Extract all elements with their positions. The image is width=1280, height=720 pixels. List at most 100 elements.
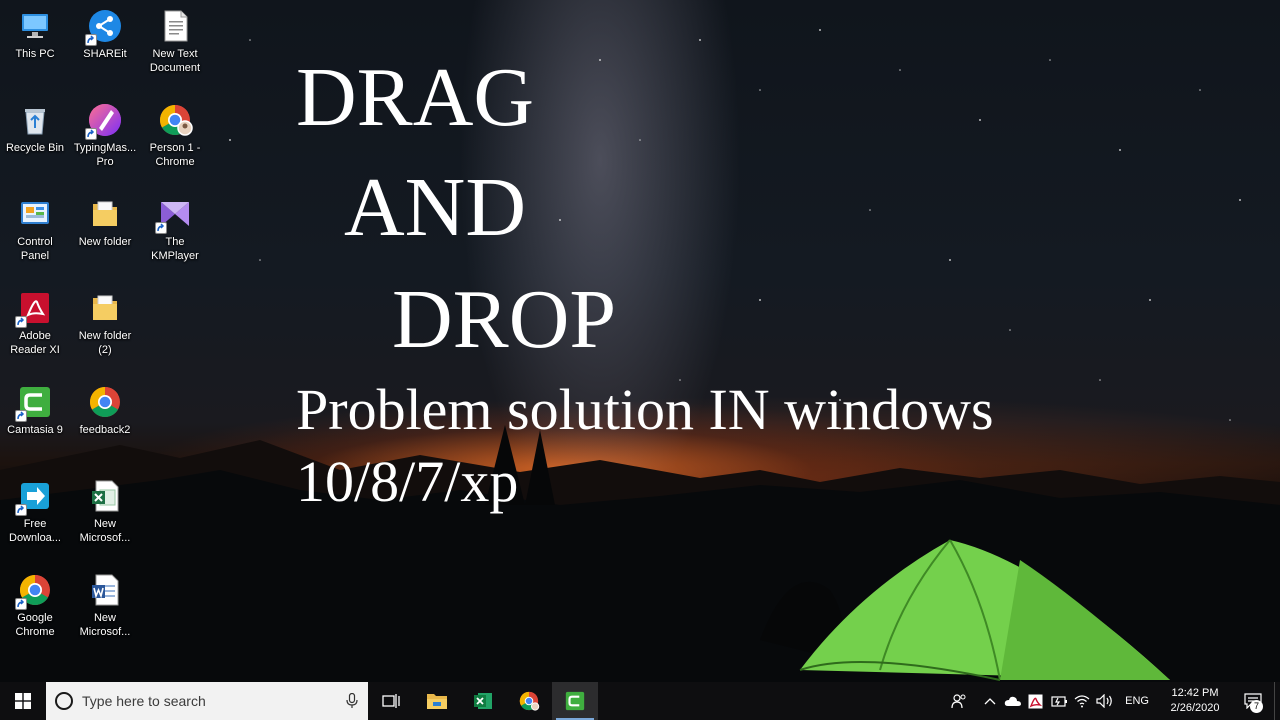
- desktop-icon-label: New Microsof...: [79, 612, 131, 638]
- adobe-acrobat-icon: [1028, 694, 1043, 708]
- shareit-icon: [85, 8, 123, 46]
- typingmaster-icon: [85, 102, 123, 140]
- system-tray: ENG 12:42 PM 2/26/2020 7: [947, 682, 1280, 720]
- desktop-icon-label: New folder (2): [78, 330, 132, 356]
- desktop-icon-new-excel[interactable]: New Microsof...: [71, 474, 139, 564]
- wifi-button[interactable]: [1070, 682, 1093, 720]
- desktop-icon-google-chrome[interactable]: Google Chrome: [1, 568, 69, 658]
- battery-button[interactable]: [1047, 682, 1070, 720]
- shortcut-arrow-icon: [85, 34, 97, 46]
- taskbar: Type here to search ENG 12:42 PM 2/26/20…: [0, 682, 1280, 720]
- desktop-icon-label: feedback2: [79, 424, 131, 436]
- folder-icon: [87, 196, 123, 232]
- free-download-manager-icon: [15, 478, 53, 516]
- desktop-icon-label: New Microsof...: [79, 518, 131, 544]
- taskbar-file-explorer[interactable]: [414, 682, 460, 720]
- desktop-icon-feedback2[interactable]: feedback2: [71, 380, 139, 470]
- start-button[interactable]: [0, 682, 46, 720]
- desktop-icon-label: Adobe Reader XI: [10, 330, 60, 356]
- adobe-tray-button[interactable]: [1024, 682, 1047, 720]
- desktop-icon-label: New folder: [78, 236, 132, 248]
- clock-time: 12:42 PM: [1171, 687, 1219, 699]
- desktop-icon-adobe-reader[interactable]: Adobe Reader XI: [1, 286, 69, 376]
- taskbar-excel[interactable]: [460, 682, 506, 720]
- people-icon: [951, 694, 966, 709]
- notification-count-badge: 7: [1250, 700, 1263, 713]
- word-document-icon: [87, 572, 123, 608]
- overlay-versions: 10/8/7/xp: [296, 449, 519, 514]
- task-view-button[interactable]: [368, 682, 414, 720]
- desktop-icon-label: Camtasia 9: [7, 424, 63, 436]
- clock[interactable]: 12:42 PM 2/26/2020: [1158, 686, 1232, 716]
- battery-charging-icon: [1051, 696, 1067, 707]
- overlay-title-and: AND: [344, 161, 526, 254]
- chrome-icon: [87, 384, 123, 420]
- shortcut-arrow-icon: [155, 222, 167, 234]
- clock-date: 2/26/2020: [1170, 702, 1220, 714]
- task-view-icon: [382, 694, 400, 708]
- shortcut-arrow-icon: [85, 128, 97, 140]
- desktop-icon-label: Free Downloa...: [9, 518, 61, 544]
- excel-icon: [474, 693, 492, 709]
- desktop-icon-shareit[interactable]: SHAREit: [71, 4, 139, 94]
- taskbar-chrome[interactable]: [506, 682, 552, 720]
- desktop-icon-recycle-bin[interactable]: Recycle Bin: [1, 98, 69, 188]
- chevron-up-icon: [984, 698, 996, 705]
- desktop-icon-control-panel[interactable]: Control Panel: [1, 192, 69, 282]
- adobe-reader-icon: [15, 290, 53, 328]
- speaker-icon: [1096, 694, 1112, 708]
- desktop-icon-label: Recycle Bin: [5, 142, 65, 154]
- chrome-icon: [519, 691, 540, 711]
- file-explorer-icon: [427, 694, 447, 709]
- shortcut-arrow-icon: [15, 504, 27, 516]
- computer-icon: [17, 8, 53, 44]
- desktop-icon-label: This PC: [15, 48, 55, 60]
- volume-button[interactable]: [1093, 682, 1116, 720]
- desktop-icon-free-download-manager[interactable]: Free Downloa...: [1, 474, 69, 564]
- windows-logo-icon: [15, 693, 31, 709]
- desktop-icon-camtasia[interactable]: Camtasia 9: [1, 380, 69, 470]
- search-placeholder: Type here to search: [82, 693, 206, 709]
- desktop-icon-label: TypingMas... Pro: [73, 142, 137, 168]
- desktop-icon-new-text-document[interactable]: New Text Document: [141, 4, 209, 94]
- overlay-subtitle: Problem solution IN windows: [296, 377, 994, 442]
- desktop-icon-person1-chrome[interactable]: Person 1 - Chrome: [141, 98, 209, 188]
- show-hidden-icons-button[interactable]: [978, 682, 1001, 720]
- onedrive-button[interactable]: [1001, 682, 1024, 720]
- cortana-circle-icon: [55, 692, 73, 710]
- desktop-icon-label: Google Chrome: [15, 612, 55, 638]
- camtasia-icon: [15, 384, 53, 422]
- shortcut-arrow-icon: [15, 316, 27, 328]
- overlay-title-drop: DROP: [392, 273, 617, 366]
- people-button[interactable]: [947, 682, 970, 720]
- desktop-icon-label: SHAREit: [83, 48, 127, 60]
- desktop-icon-label: New Text Document: [149, 48, 201, 74]
- recycle-bin-icon: [17, 102, 53, 138]
- shortcut-arrow-icon: [15, 598, 27, 610]
- desktop-icon-label: Control Panel: [17, 236, 53, 262]
- language-indicator[interactable]: ENG: [1116, 695, 1158, 707]
- chrome-icon: [15, 572, 53, 610]
- desktop-icon-this-pc[interactable]: This PC: [1, 4, 69, 94]
- control-panel-icon: [17, 196, 53, 232]
- desktop-icon-new-folder[interactable]: New folder: [71, 192, 139, 282]
- taskbar-camtasia[interactable]: [552, 682, 598, 720]
- taskbar-search-box[interactable]: Type here to search: [46, 682, 368, 720]
- desktop-icon-new-folder-2[interactable]: New folder (2): [71, 286, 139, 376]
- kmplayer-icon: [155, 196, 193, 234]
- show-desktop-button[interactable]: [1274, 682, 1280, 720]
- desktop-icon-kmplayer[interactable]: The KMPlayer: [141, 192, 209, 282]
- desktop-icon-label: Person 1 - Chrome: [149, 142, 201, 168]
- onedrive-cloud-icon: [1004, 696, 1021, 706]
- overlay-title-drag: DRAG: [296, 51, 535, 144]
- desktop-icon-typingmaster[interactable]: TypingMas... Pro: [71, 98, 139, 188]
- desktop-icon-label: The KMPlayer: [151, 236, 199, 262]
- folder-icon: [87, 290, 123, 326]
- camtasia-icon: [565, 691, 585, 711]
- action-center-button[interactable]: 7: [1232, 682, 1274, 720]
- microphone-icon[interactable]: [346, 693, 358, 709]
- wifi-icon: [1074, 695, 1090, 708]
- text-document-icon: [157, 8, 193, 44]
- desktop-icon-new-word[interactable]: New Microsof...: [71, 568, 139, 658]
- chrome-profile-icon: [157, 102, 193, 138]
